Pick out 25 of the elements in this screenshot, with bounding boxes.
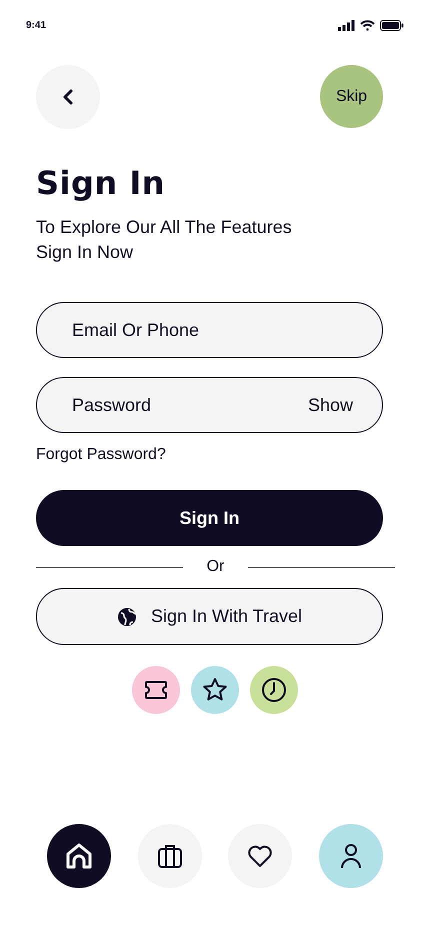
subtitle: To Explore Our All The Features Sign In Now: [36, 216, 293, 264]
suitcase-icon: [156, 843, 183, 869]
divider-label: Or: [206, 558, 226, 576]
home-icon: [65, 842, 93, 870]
signal-icon: [338, 20, 355, 31]
social-login-button[interactable]: [250, 666, 298, 714]
person-icon: [340, 843, 362, 869]
wifi-icon: [360, 20, 375, 31]
skip-button[interactable]: Skip: [320, 65, 383, 128]
email-field[interactable]: Email Or Phone: [36, 302, 383, 358]
ticket-icon: [143, 679, 169, 701]
back-icon: [63, 89, 73, 105]
star-icon: [202, 677, 228, 703]
sign-in-button[interactable]: Sign In: [36, 490, 383, 546]
battery-icon: [380, 20, 404, 31]
page-title: Sign In: [36, 163, 166, 203]
clock-icon: [261, 677, 287, 703]
status-time: 9:41: [26, 20, 46, 31]
social-login-button[interactable]: [132, 666, 180, 714]
forgot-password-link[interactable]: Forgot Password?: [36, 446, 166, 464]
show-password-button[interactable]: Show: [308, 395, 353, 416]
globe-icon: [116, 606, 137, 626]
heart-icon: [247, 844, 274, 868]
social-login-button[interactable]: [191, 666, 239, 714]
travel-sign-in-button[interactable]: Sign In With Travel: [36, 588, 383, 645]
